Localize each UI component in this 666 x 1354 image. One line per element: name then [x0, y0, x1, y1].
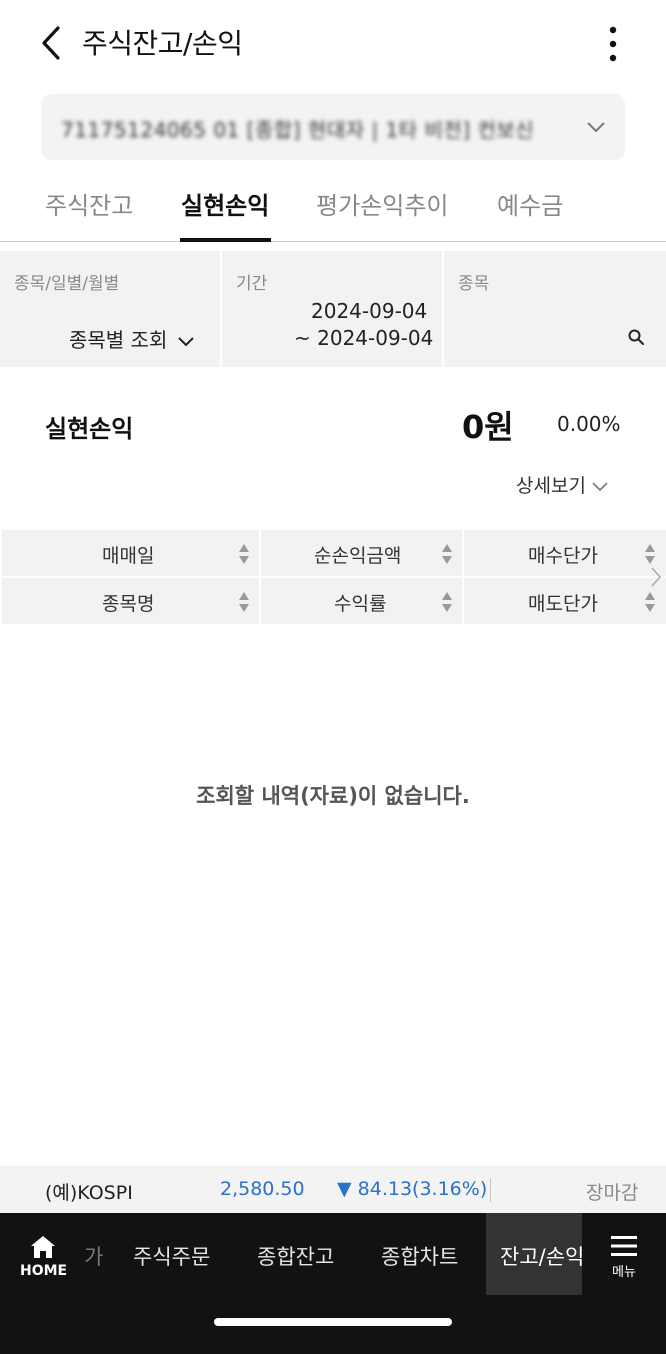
tab-deposit[interactable]: 예수금	[497, 186, 563, 221]
summary-percent: 0.00%	[557, 412, 621, 436]
home-icon	[31, 1236, 55, 1258]
ticker-price: 2,580.50	[220, 1178, 305, 1200]
home-indicator	[214, 1318, 452, 1326]
stock-filter[interactable]: 종목	[444, 251, 666, 367]
column-header-label: 매수단가	[528, 545, 598, 567]
column-header-trade-date[interactable]: 매매일	[2, 530, 259, 576]
search-icon[interactable]	[628, 329, 644, 345]
filter-row: 종목/일별/월별 종목별 조회 기간 2024-09-04 ~ 2024-09-…	[0, 251, 666, 367]
menu-button[interactable]: 메뉴	[604, 1235, 644, 1280]
nav-home[interactable]: HOME	[20, 1235, 68, 1279]
nav-balance-pnl-label: 잔고/손익	[500, 1245, 582, 1269]
column-header-label: 매도단가	[528, 593, 598, 615]
sort-icon	[239, 592, 249, 612]
tab-valuation-trend[interactable]: 평가손익추이	[316, 186, 448, 221]
menu-label: 메뉴	[612, 1265, 636, 1280]
chevron-down-icon	[178, 336, 195, 346]
account-selector[interactable]: 71175124065 01 [종합] 현대자 | 1타 비전] 컨보신	[41, 94, 625, 160]
mode-filter-text: 종목별 조회	[69, 328, 168, 352]
scroll-right-icon[interactable]	[650, 566, 662, 588]
chevron-down-icon	[592, 481, 608, 491]
market-ticker[interactable]: (예)KOSPI 2,580.50 ▼ 84.13(3.16%) 장마감	[0, 1166, 666, 1213]
more-vertical-icon[interactable]	[604, 26, 622, 62]
sort-icon	[442, 544, 452, 564]
tab-bar: 주식잔고 실현손익 평가손익추이 예수금	[0, 170, 666, 242]
nav-total-balance[interactable]: 종합잔고	[257, 1241, 334, 1271]
page-title: 주식잔고/손익	[82, 27, 243, 60]
app-header: 주식잔고/손익	[0, 0, 666, 86]
column-header-sell-price[interactable]: 매도단가	[464, 578, 666, 624]
column-header-label: 수익률	[334, 593, 387, 615]
tab-realized-pnl[interactable]: 실현손익	[181, 186, 269, 221]
sort-icon	[645, 544, 655, 564]
nav-item-partial[interactable]: 가	[84, 1241, 103, 1271]
column-header-return-rate[interactable]: 수익률	[261, 578, 462, 624]
sort-icon	[645, 592, 655, 612]
hamburger-icon	[611, 1236, 637, 1256]
nav-home-label: HOME	[20, 1263, 68, 1279]
summary-amount: 0원	[462, 408, 514, 446]
ticker-change: ▼ 84.13(3.16%)	[337, 1178, 488, 1200]
nav-balance-pnl[interactable]: 잔고/손익	[486, 1213, 582, 1295]
bottom-navigation: HOME 가 주식주문 종합잔고 종합차트 잔고/손익 메뉴	[0, 1213, 666, 1354]
period-filter[interactable]: 기간 2024-09-04 ~ 2024-09-04	[222, 251, 442, 367]
table-header: 매매일 순손익금액 매수단가 종목명 수익률 매도단가	[0, 530, 666, 626]
period-to: ~ 2024-09-04	[294, 326, 434, 350]
mode-filter-label: 종목/일별/월별	[14, 274, 120, 294]
chevron-left-icon[interactable]	[36, 24, 68, 62]
detail-toggle[interactable]: 상세보기	[516, 471, 608, 498]
column-header-label: 매매일	[102, 545, 155, 567]
column-header-label: 순손익금액	[314, 545, 402, 567]
empty-message: 조회할 내역(자료)이 없습니다.	[196, 784, 470, 808]
column-header-label: 종목명	[102, 593, 155, 615]
ticker-index-name: (예)KOSPI	[45, 1182, 133, 1204]
mode-filter[interactable]: 종목/일별/월별 종목별 조회	[0, 251, 220, 367]
sort-icon	[239, 544, 249, 564]
tab-stock-balance[interactable]: 주식잔고	[45, 186, 133, 221]
period-from: 2024-09-04	[311, 299, 428, 323]
nav-stock-order[interactable]: 주식주문	[133, 1241, 210, 1271]
column-header-stock-name[interactable]: 종목명	[2, 578, 259, 624]
column-header-buy-price[interactable]: 매수단가	[464, 530, 666, 576]
stock-filter-label: 종목	[458, 274, 490, 294]
ticker-market-status: 장마감	[586, 1182, 639, 1204]
detail-toggle-label: 상세보기	[516, 475, 586, 497]
nav-total-chart[interactable]: 종합차트	[381, 1241, 458, 1271]
column-header-net-pnl[interactable]: 순손익금액	[261, 530, 462, 576]
summary-label: 실현손익	[45, 415, 134, 443]
account-number: 71175124065 01 [종합] 현대자 | 1타 비전] 컨보신	[61, 118, 535, 142]
sort-icon	[442, 592, 452, 612]
mode-filter-value: 종목별 조회	[69, 324, 195, 353]
active-tab-indicator	[180, 238, 271, 242]
ticker-divider	[490, 1178, 491, 1202]
period-filter-label: 기간	[236, 274, 268, 294]
chevron-down-icon	[587, 122, 605, 133]
